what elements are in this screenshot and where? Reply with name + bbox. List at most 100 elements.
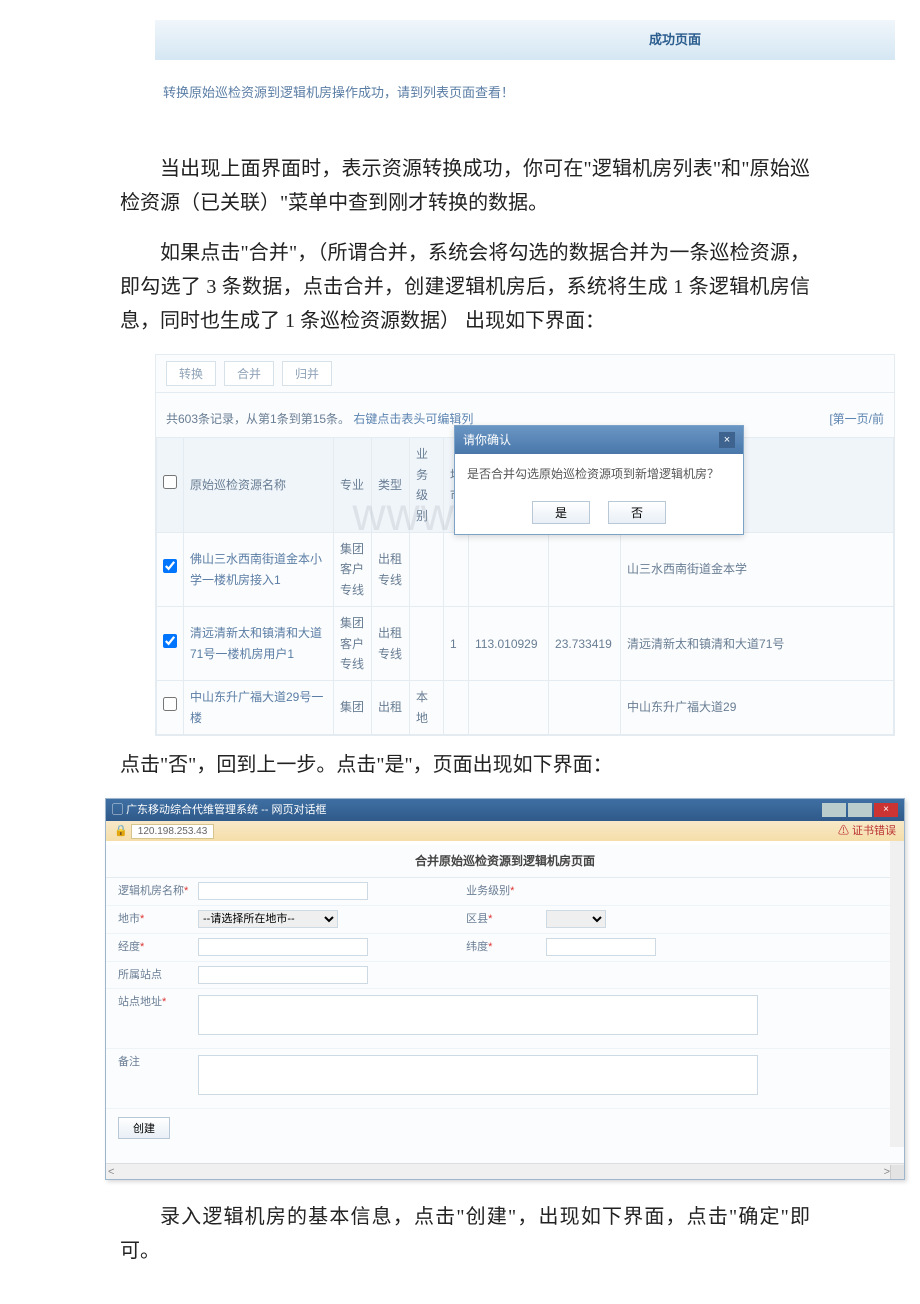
cert-error[interactable]: ⚠ 证书错误	[838, 822, 896, 841]
cell-pro: 集团客户专线	[334, 607, 372, 681]
cell-level	[410, 607, 444, 681]
table-row: 清远清新太和镇清和大道71号一楼机房用户1集团客户专线出租专线1113.0109…	[157, 607, 894, 681]
form-row-remark: 备注	[106, 1049, 904, 1109]
lon-input[interactable]	[198, 938, 368, 956]
horizontal-scrollbar[interactable]	[106, 1163, 904, 1179]
minimize-icon[interactable]	[822, 803, 846, 817]
form-panel: 合并原始巡检资源到逻辑机房页面 逻辑机房名称* 业务级别* 地市* --请选择所…	[106, 841, 904, 1163]
form-row-site: 所属站点	[106, 962, 904, 990]
cell-lat: 23.733419	[549, 607, 621, 681]
window-controls: ×	[822, 803, 898, 817]
dialog-no-button[interactable]: 否	[608, 501, 666, 524]
merge-table-screenshot: 转换 合并 归并 共603条记录，从第1条到第15条。 右键点击表头可编辑列 […	[155, 354, 895, 736]
paragraph-2: 如果点击"合并"，（所谓合并，系统会将勾选的数据合并为一条巡检资源，即勾选了 3…	[120, 236, 810, 338]
dialog-close-icon[interactable]: ×	[719, 432, 735, 448]
dialog-yes-button[interactable]: 是	[532, 501, 590, 524]
label-lon: 经度*	[106, 934, 196, 961]
cell-lon	[469, 681, 549, 735]
label-biz-level: 业务级别*	[454, 878, 544, 905]
cell-type: 出租专线	[372, 532, 410, 606]
convert-button[interactable]: 转换	[166, 361, 216, 386]
success-message-area: 转换原始巡检资源到逻辑机房操作成功，请到列表页面查看！	[155, 60, 895, 122]
paragraph-4: 录入逻辑机房的基本信息，点击"创建"，出现如下界面，点击"确定"即可。	[120, 1200, 810, 1268]
ip-address: 120.198.253.43	[131, 824, 215, 839]
cell-type: 出租	[372, 681, 410, 735]
label-city: 地市*	[106, 906, 196, 933]
lat-input[interactable]	[546, 938, 656, 956]
window-titlebar: ▢ 广东移动综合代维管理系统 -- 网页对话框 ×	[106, 799, 904, 821]
cell-pro: 集团	[334, 681, 372, 735]
cell-type: 出租专线	[372, 607, 410, 681]
toolbar: 转换 合并 归并	[156, 355, 894, 393]
form-body: 逻辑机房名称* 业务级别* 地市* --请选择所在地市-- 区县*	[106, 878, 904, 1162]
row-checkbox[interactable]	[163, 634, 177, 648]
cell-lon: 113.010929	[469, 607, 549, 681]
record-count: 共603条记录，从第1条到第15条。	[166, 412, 350, 426]
cell-lat	[549, 681, 621, 735]
cell-site: 山三水西南街道金本学	[621, 532, 894, 606]
room-name-input[interactable]	[198, 882, 368, 900]
district-select[interactable]	[546, 910, 606, 928]
form-row-name-level: 逻辑机房名称* 业务级别*	[106, 878, 904, 906]
cell-level	[410, 532, 444, 606]
label-room-name: 逻辑机房名称*	[106, 878, 196, 905]
page-icon: ▢	[112, 804, 123, 816]
success-title-bar: 成功页面	[155, 20, 895, 60]
col-name: 原始巡检资源名称	[184, 438, 334, 533]
unmerge-button[interactable]: 归并	[282, 361, 332, 386]
row-checkbox[interactable]	[163, 559, 177, 573]
merge-button[interactable]: 合并	[224, 361, 274, 386]
form-title: 合并原始巡检资源到逻辑机房页面	[106, 845, 904, 878]
header-hint: 右键点击表头可编辑列	[353, 412, 473, 426]
success-message: 转换原始巡检资源到逻辑机房操作成功，请到列表页面查看！	[163, 85, 514, 100]
close-icon[interactable]: ×	[874, 803, 898, 817]
success-screenshot: 成功页面 转换原始巡检资源到逻辑机房操作成功，请到列表页面查看！	[155, 20, 895, 122]
cell-site: 中山东升广福大道29	[621, 681, 894, 735]
row-checkbox[interactable]	[163, 697, 177, 711]
form-row-city-district: 地市* --请选择所在地市-- 区县*	[106, 906, 904, 934]
label-district: 区县*	[454, 906, 544, 933]
cell-name: 中山东升广福大道29号一楼	[184, 681, 334, 735]
create-button[interactable]: 创建	[118, 1117, 170, 1139]
cell-city	[444, 681, 469, 735]
site-input[interactable]	[198, 966, 368, 984]
cell-lon	[469, 532, 549, 606]
maximize-icon[interactable]	[848, 803, 872, 817]
label-lat: 纬度*	[454, 934, 544, 961]
vertical-scrollbar[interactable]	[890, 841, 904, 1147]
cert-error-text: 证书错误	[852, 825, 896, 837]
pager-text[interactable]: [第一页/前	[829, 409, 884, 429]
cell-name: 佛山三水西南街道金本小学一楼机房接入1	[184, 532, 334, 606]
remark-textarea[interactable]	[198, 1055, 758, 1095]
dialog-title: 请你确认	[463, 430, 511, 450]
cell-city	[444, 532, 469, 606]
dialog-buttons: 是 否	[455, 495, 743, 534]
table-row: 佛山三水西南街道金本小学一楼机房接入1集团客户专线出租专线山三水西南街道金本学	[157, 532, 894, 606]
city-select[interactable]: --请选择所在地市--	[198, 910, 338, 928]
dialog-body: 是否合并勾选原始巡检资源项到新增逻辑机房？	[455, 454, 743, 494]
cell-lat	[549, 532, 621, 606]
dialog-titlebar: 请你确认 ×	[455, 426, 743, 454]
submit-row: 创建	[106, 1109, 904, 1147]
window-title: 广东移动综合代维管理系统 -- 网页对话框	[126, 804, 326, 816]
select-all-checkbox[interactable]	[163, 475, 177, 489]
success-title: 成功页面	[649, 29, 701, 51]
label-addr: 站点地址*	[106, 989, 196, 1016]
form-dialog-screenshot: ▢ 广东移动综合代维管理系统 -- 网页对话框 × 🔒 120.198.253.…	[105, 798, 905, 1180]
form-row-lon-lat: 经度* 纬度*	[106, 934, 904, 962]
label-remark: 备注	[106, 1049, 196, 1076]
cell-level: 本地	[410, 681, 444, 735]
col-level: 业务 级别	[410, 438, 444, 533]
form-row-addr: 站点地址*	[106, 989, 904, 1049]
label-site: 所属站点	[106, 962, 196, 989]
address-bar: 🔒 120.198.253.43 ⚠ 证书错误	[106, 821, 904, 841]
confirm-dialog: 请你确认 × 是否合并勾选原始巡检资源项到新增逻辑机房？ 是 否	[454, 425, 744, 535]
col-type: 类型	[372, 438, 410, 533]
paragraph-1: 当出现上面界面时，表示资源转换成功，你可在"逻辑机房列表"和"原始巡检资源（已关…	[120, 152, 810, 220]
paragraph-3: 点击"否"，回到上一步。点击"是"，页面出现如下界面：	[120, 748, 810, 782]
cell-site: 清远清新太和镇清和大道71号	[621, 607, 894, 681]
cell-city: 1	[444, 607, 469, 681]
addr-textarea[interactable]	[198, 995, 758, 1035]
warning-icon: ⚠	[838, 825, 849, 837]
table-row: 中山东升广福大道29号一楼集团出租本地 中山东升广福大道29	[157, 681, 894, 735]
